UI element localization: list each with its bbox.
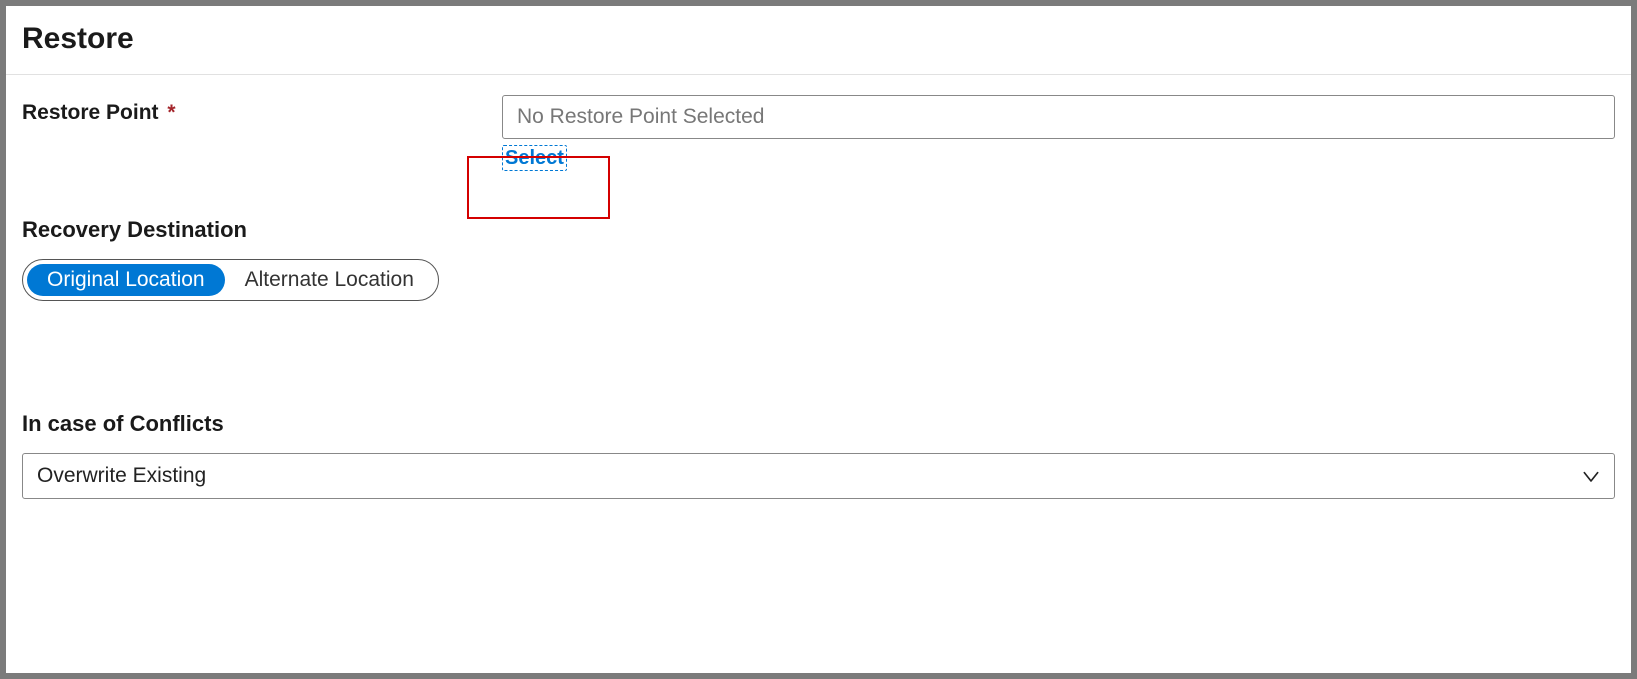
panel-header: Restore: [6, 6, 1631, 75]
restore-point-label: Restore Point *: [22, 95, 502, 125]
conflicts-label: In case of Conflicts: [22, 411, 1615, 437]
conflicts-select-wrap: Overwrite Existing: [22, 453, 1615, 499]
content-area: Restore Point * Select Recovery Destinat…: [6, 75, 1631, 519]
restore-point-body: Select: [502, 95, 1615, 171]
restore-point-row: Restore Point * Select: [22, 95, 1615, 171]
restore-point-label-text: Restore Point: [22, 101, 159, 124]
recovery-destination-toggle: Original Location Alternate Location: [22, 259, 439, 301]
recovery-destination-label: Recovery Destination: [22, 217, 1615, 243]
alternate-location-toggle[interactable]: Alternate Location: [225, 264, 434, 296]
conflicts-selected-value: Overwrite Existing: [37, 464, 206, 488]
select-restore-point-button[interactable]: Select: [502, 145, 567, 171]
page-title: Restore: [22, 22, 1615, 56]
restore-point-input[interactable]: [502, 95, 1615, 139]
original-location-toggle[interactable]: Original Location: [27, 264, 225, 296]
required-indicator: *: [167, 101, 175, 124]
conflicts-select[interactable]: Overwrite Existing: [22, 453, 1615, 499]
